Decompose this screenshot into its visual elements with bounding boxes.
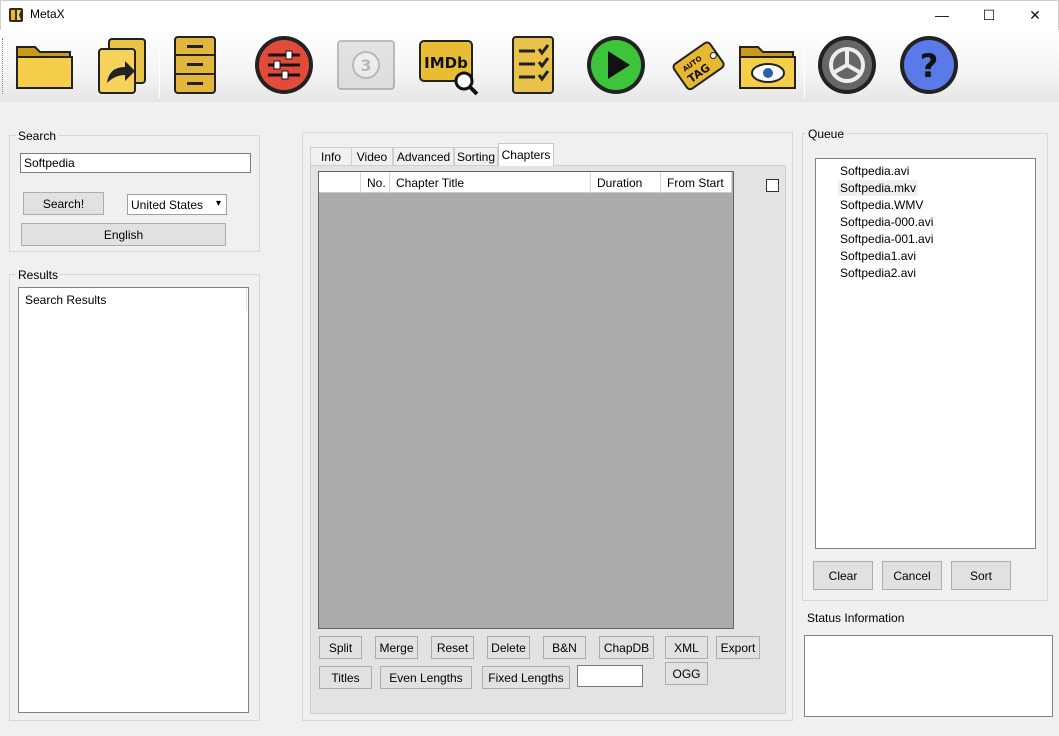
sliders-icon[interactable]	[251, 32, 317, 98]
even-lengths-button[interactable]: Even Lengths	[380, 666, 472, 689]
toolbar-grip[interactable]	[2, 38, 4, 94]
sort-button[interactable]: Sort	[951, 561, 1011, 590]
queue-item[interactable]: Softpedia.avi	[838, 163, 911, 179]
search-button[interactable]: Search!	[23, 192, 104, 215]
language-button[interactable]: English	[21, 223, 226, 246]
status-box	[804, 635, 1053, 717]
auto-tag-icon[interactable]: AUTO TAG	[665, 32, 731, 98]
fixed-length-input[interactable]	[577, 665, 643, 687]
split-button[interactable]: Split	[319, 636, 362, 659]
maximize-button[interactable]: ☐	[966, 0, 1012, 30]
results-header-cell[interactable]: Search Results	[19, 288, 247, 310]
merge-button[interactable]: Merge	[375, 636, 418, 659]
film-reel-icon: 3	[333, 32, 399, 98]
imdb-search-icon[interactable]: IMDb	[415, 32, 481, 98]
imdb-label: IMDb	[424, 54, 468, 72]
tab-advanced[interactable]: Advanced	[393, 147, 454, 165]
grid-col-select[interactable]	[319, 172, 361, 193]
title-bar	[0, 0, 1059, 30]
play-icon[interactable]	[583, 32, 649, 98]
file-cabinet-icon[interactable]	[162, 32, 228, 98]
toolbar-separator	[804, 36, 805, 98]
queue-item[interactable]: Softpedia2.avi	[838, 265, 918, 281]
results-group-label: Results	[16, 268, 61, 282]
svg-text:?: ?	[920, 47, 939, 85]
queue-group-label: Queue	[806, 127, 847, 141]
folder-eye-icon[interactable]	[735, 32, 801, 98]
queue-item[interactable]: Softpedia.WMV	[838, 197, 925, 213]
xml-button[interactable]: XML	[665, 636, 708, 659]
chevron-down-icon: ▾	[215, 198, 221, 209]
export-button[interactable]: Export	[716, 636, 760, 659]
chapters-grid-header: No. Chapter Title Duration From Start	[319, 172, 732, 193]
grid-col-chapter-title[interactable]: Chapter Title	[390, 172, 591, 193]
help-icon[interactable]: ?	[896, 32, 962, 98]
cancel-button[interactable]: Cancel	[882, 561, 942, 590]
country-select-value: United States	[131, 197, 204, 212]
close-button[interactable]: ✕	[1012, 0, 1058, 30]
grid-col-from-start[interactable]: From Start	[661, 172, 732, 193]
reset-button[interactable]: Reset	[431, 636, 474, 659]
queue-item[interactable]: Softpedia1.avi	[838, 248, 918, 264]
grid-col-no[interactable]: No.	[361, 172, 390, 193]
chapdb-button[interactable]: ChapDB	[599, 636, 654, 659]
titles-button[interactable]: Titles	[319, 666, 372, 689]
country-select[interactable]: United States ▾	[127, 194, 227, 215]
minimize-button[interactable]: —	[919, 0, 965, 30]
tab-info[interactable]: Info	[310, 147, 352, 165]
bn-button[interactable]: B&N	[543, 636, 586, 659]
status-label: Status Information	[807, 611, 905, 625]
checklist-icon[interactable]	[500, 32, 566, 98]
queue-item[interactable]: Softpedia.mkv	[838, 180, 919, 196]
queue-item[interactable]: Softpedia-000.avi	[838, 214, 935, 230]
tab-sorting[interactable]: Sorting	[454, 147, 498, 165]
results-list[interactable]: Search Results	[18, 287, 249, 713]
tab-chapters[interactable]: Chapters	[498, 143, 554, 166]
window-title: MetaX	[30, 7, 65, 21]
toolbar-separator	[159, 36, 160, 98]
results-header-label: Search Results	[25, 293, 107, 307]
open-folder-icon[interactable]	[12, 32, 78, 98]
queue-item[interactable]: Softpedia-001.avi	[838, 231, 935, 247]
delete-button[interactable]: Delete	[487, 636, 530, 659]
clear-button[interactable]: Clear	[813, 561, 873, 590]
grid-col-duration[interactable]: Duration	[591, 172, 661, 193]
search-input[interactable]	[20, 153, 251, 173]
app-icon	[8, 7, 24, 23]
queue-list[interactable]: Softpedia.avi Softpedia.mkv Softpedia.WM…	[815, 158, 1036, 549]
chapters-grid[interactable]	[318, 171, 734, 629]
ogg-button[interactable]: OGG	[665, 662, 708, 685]
documents-arrow-icon[interactable]	[90, 32, 156, 98]
settings-wheel-icon[interactable]	[814, 32, 880, 98]
fixed-lengths-button[interactable]: Fixed Lengths	[482, 666, 570, 689]
svg-text:3: 3	[360, 56, 371, 75]
tab-video[interactable]: Video	[351, 147, 393, 165]
chapters-checkbox[interactable]	[766, 179, 779, 192]
search-group-label: Search	[16, 129, 59, 143]
